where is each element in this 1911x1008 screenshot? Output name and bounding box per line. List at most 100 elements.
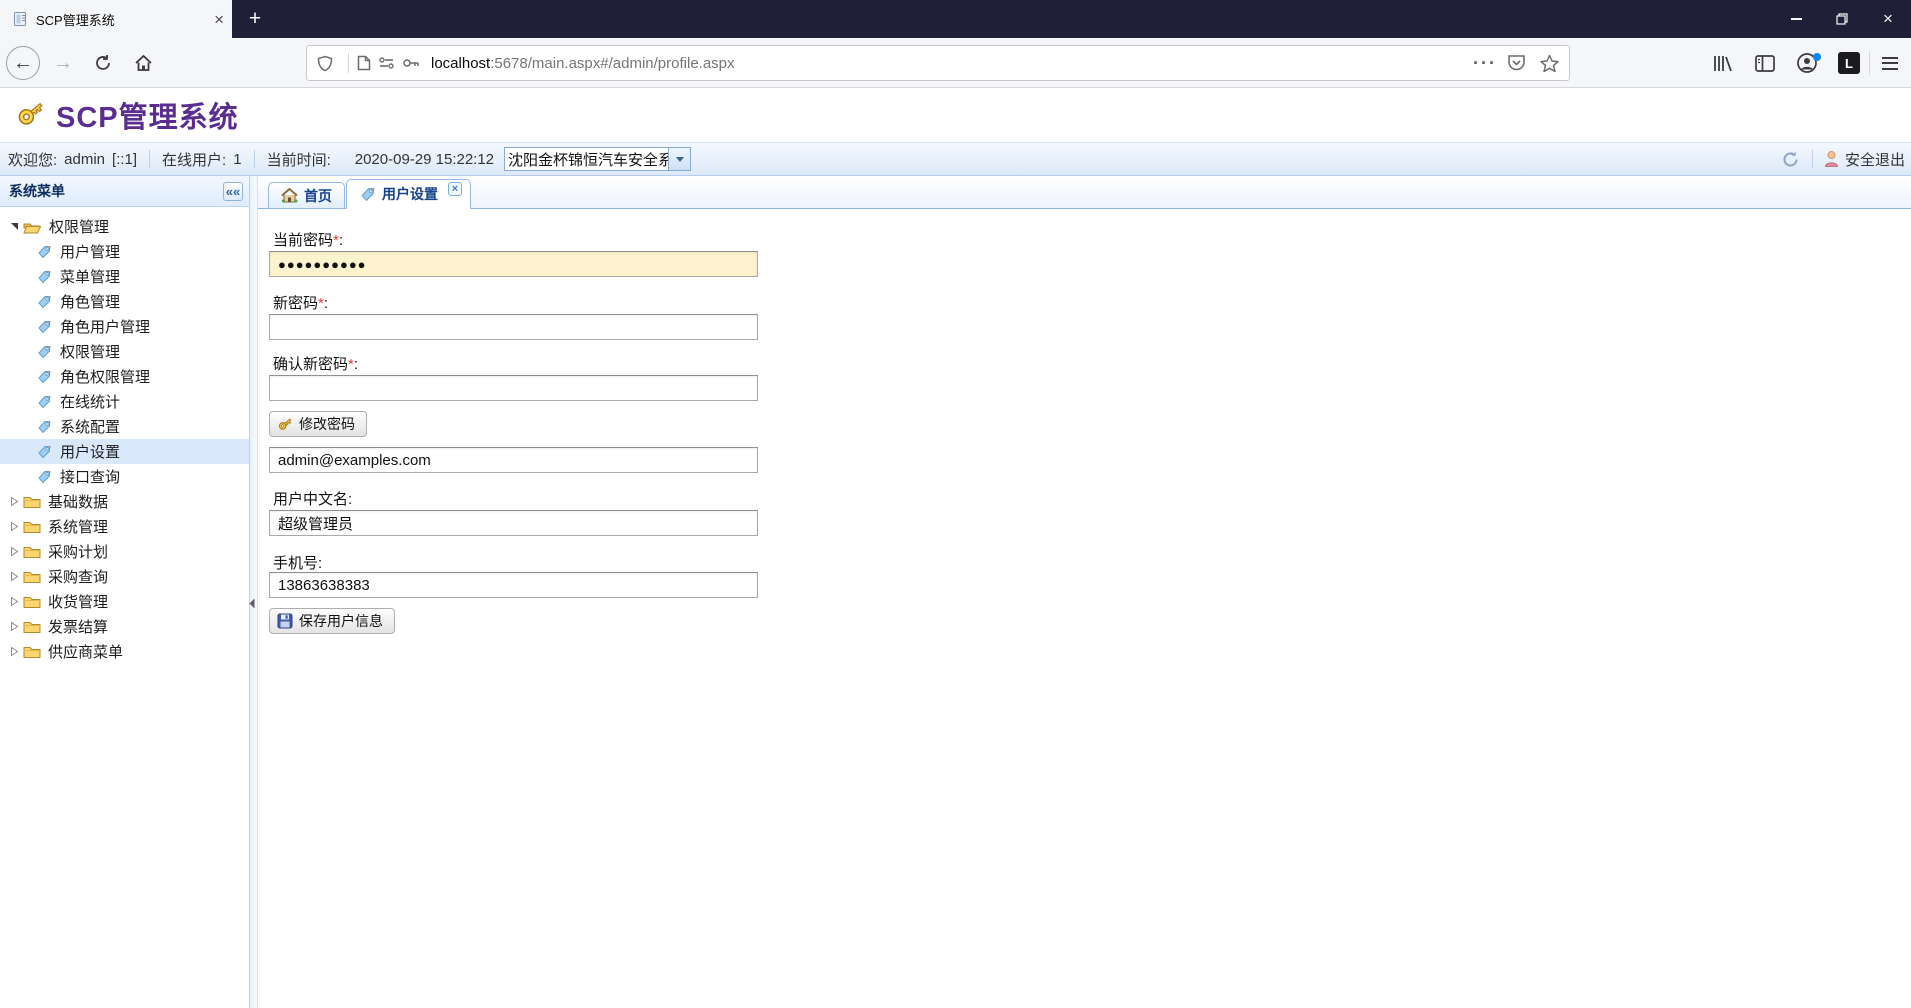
back-button[interactable]: ← xyxy=(6,46,40,80)
sidebar-title: 系统菜单 xyxy=(9,183,65,199)
phone-label: 手机号: xyxy=(273,555,323,572)
tree-item-user-settings[interactable]: 用户设置 xyxy=(0,439,249,464)
collapse-arrow-icon[interactable] xyxy=(8,496,20,507)
divider xyxy=(253,150,255,168)
tree-item-permission-management[interactable]: 权限管理 xyxy=(0,214,249,239)
panel-splitter[interactable] xyxy=(249,176,258,1008)
menu-hamburger-icon[interactable] xyxy=(1873,47,1907,79)
new-password-input[interactable] xyxy=(269,314,758,340)
content-tabs: 首页 用户设置 × xyxy=(258,176,1911,209)
tree-item-role-user-management[interactable]: 角色用户管理 xyxy=(0,314,249,339)
logout-button[interactable]: 安全退出 xyxy=(1823,149,1905,170)
bookmark-star-icon[interactable] xyxy=(1540,54,1559,73)
tree-item-basic-data[interactable]: 基础数据 xyxy=(0,489,249,514)
collapse-arrow-icon[interactable] xyxy=(8,571,20,582)
home-button[interactable] xyxy=(126,46,160,80)
save-user-info-button[interactable]: 保存用户信息 xyxy=(269,608,395,634)
tab-close-icon[interactable]: × xyxy=(214,11,224,28)
tag-icon xyxy=(36,244,52,260)
tree-item-permission-management-leaf[interactable]: 权限管理 xyxy=(0,339,249,364)
tag-icon xyxy=(36,369,52,385)
window-controls: × xyxy=(1773,0,1911,38)
cn-name-label: 用户中文名: xyxy=(273,491,353,508)
current-time: 2020-09-29 15:22:12 xyxy=(354,150,495,168)
cn-name-input[interactable] xyxy=(269,510,758,536)
extension-icon[interactable]: L xyxy=(1832,47,1866,79)
reload-button[interactable] xyxy=(86,46,120,80)
tree-item-purchase-query[interactable]: 采购查询 xyxy=(0,564,249,589)
divider xyxy=(348,53,349,73)
app-title: SCP管理系统 xyxy=(56,102,239,134)
tree-item-role-management[interactable]: 角色管理 xyxy=(0,289,249,314)
site-info-icon[interactable] xyxy=(357,55,371,71)
browser-tab[interactable]: SCP管理系统 × xyxy=(0,0,232,38)
tree-item-purchase-plan[interactable]: 采购计划 xyxy=(0,539,249,564)
company-select[interactable]: 沈阳金杯锦恒汽车安全系 xyxy=(504,147,692,171)
permissions-icon[interactable] xyxy=(378,56,395,70)
collapse-arrow-icon[interactable] xyxy=(8,596,20,607)
tree-item-api-query[interactable]: 接口查询 xyxy=(0,464,249,489)
tree-item-system-config[interactable]: 系统配置 xyxy=(0,414,249,439)
chevron-down-icon[interactable] xyxy=(668,148,691,170)
collapse-arrow-icon[interactable] xyxy=(8,521,20,532)
collapse-arrow-icon[interactable] xyxy=(8,646,20,657)
folder-icon xyxy=(23,544,41,559)
page-actions-icon[interactable]: ··· xyxy=(1473,53,1497,74)
phone-input[interactable] xyxy=(269,572,758,598)
greeting-label: 欢迎您: xyxy=(8,151,58,169)
tag-icon xyxy=(36,394,52,410)
confirm-password-input[interactable] xyxy=(269,375,758,401)
main-content: 当前密码*: 新密码*: 确认新密码*: 修改密码 用户中文名: 手机号: 保存… xyxy=(258,209,1911,1008)
restore-button[interactable] xyxy=(1819,0,1865,38)
key-permission-icon[interactable] xyxy=(402,57,420,69)
online-users-count: 1 xyxy=(233,150,242,168)
new-tab-button[interactable]: + xyxy=(240,5,270,33)
collapse-arrow-icon[interactable] xyxy=(8,546,20,557)
tree-item-receiving-management[interactable]: 收货管理 xyxy=(0,589,249,614)
tab-user-settings[interactable]: 用户设置 × xyxy=(346,179,471,209)
save-user-info-label: 保存用户信息 xyxy=(299,613,383,629)
confirm-password-label: 确认新密码*: xyxy=(273,356,359,373)
url-bar[interactable]: localhost :5678/main.aspx#/admin/profile… xyxy=(306,45,1570,81)
folder-icon xyxy=(23,494,41,509)
sidebar-collapse-button[interactable]: «« xyxy=(223,181,243,201)
welcome-bar: 欢迎您: admin [::1] 在线用户: 1 当前时间: 2020-09-2… xyxy=(0,142,1911,176)
library-icon[interactable] xyxy=(1706,47,1740,79)
tag-icon xyxy=(36,319,52,335)
expand-arrow-icon[interactable] xyxy=(8,221,20,232)
divider xyxy=(1811,150,1813,168)
refresh-icon[interactable] xyxy=(1781,150,1800,169)
tab-close-icon[interactable]: × xyxy=(448,182,462,196)
tree-item-role-permission-management[interactable]: 角色权限管理 xyxy=(0,364,249,389)
account-icon[interactable] xyxy=(1790,47,1824,79)
collapse-arrow-icon[interactable] xyxy=(8,621,20,632)
sidebar: 系统菜单 «« 权限管理 用户管理 菜单管理 角色管理 角色用户管理 权限管理 … xyxy=(0,176,250,1008)
change-password-button[interactable]: 修改密码 xyxy=(269,411,367,437)
browser-tabbar: SCP管理系统 × + × xyxy=(0,0,1911,38)
tree-item-system-management[interactable]: 系统管理 xyxy=(0,514,249,539)
minimize-button[interactable] xyxy=(1773,0,1819,38)
key-icon xyxy=(278,418,292,430)
tree-item-menu-management[interactable]: 菜单管理 xyxy=(0,264,249,289)
email-input[interactable] xyxy=(269,447,758,473)
current-password-input[interactable] xyxy=(269,251,758,277)
close-button[interactable]: × xyxy=(1865,0,1911,38)
tree-item-invoice-settlement[interactable]: 发票结算 xyxy=(0,614,249,639)
tree-item-online-stats[interactable]: 在线统计 xyxy=(0,389,249,414)
tracking-shield-icon[interactable] xyxy=(317,55,333,72)
tree-item-supplier-menu[interactable]: 供应商菜单 xyxy=(0,639,249,664)
change-password-label: 修改密码 xyxy=(299,416,355,432)
pocket-icon[interactable] xyxy=(1507,54,1526,72)
splitter-collapse-icon[interactable] xyxy=(249,596,255,614)
tab-home[interactable]: 首页 xyxy=(268,182,345,209)
tree-item-user-management[interactable]: 用户管理 xyxy=(0,239,249,264)
tag-icon xyxy=(36,469,52,485)
forward-button[interactable]: → xyxy=(46,46,80,80)
browser-tab-title: SCP管理系统 xyxy=(36,12,115,28)
app-header: SCP管理系统 xyxy=(0,88,1911,142)
sidebar-toggle-icon[interactable] xyxy=(1748,47,1782,79)
tab-user-settings-label: 用户设置 xyxy=(382,186,438,202)
divider xyxy=(149,150,151,168)
folder-icon xyxy=(23,519,41,534)
folder-icon xyxy=(23,569,41,584)
